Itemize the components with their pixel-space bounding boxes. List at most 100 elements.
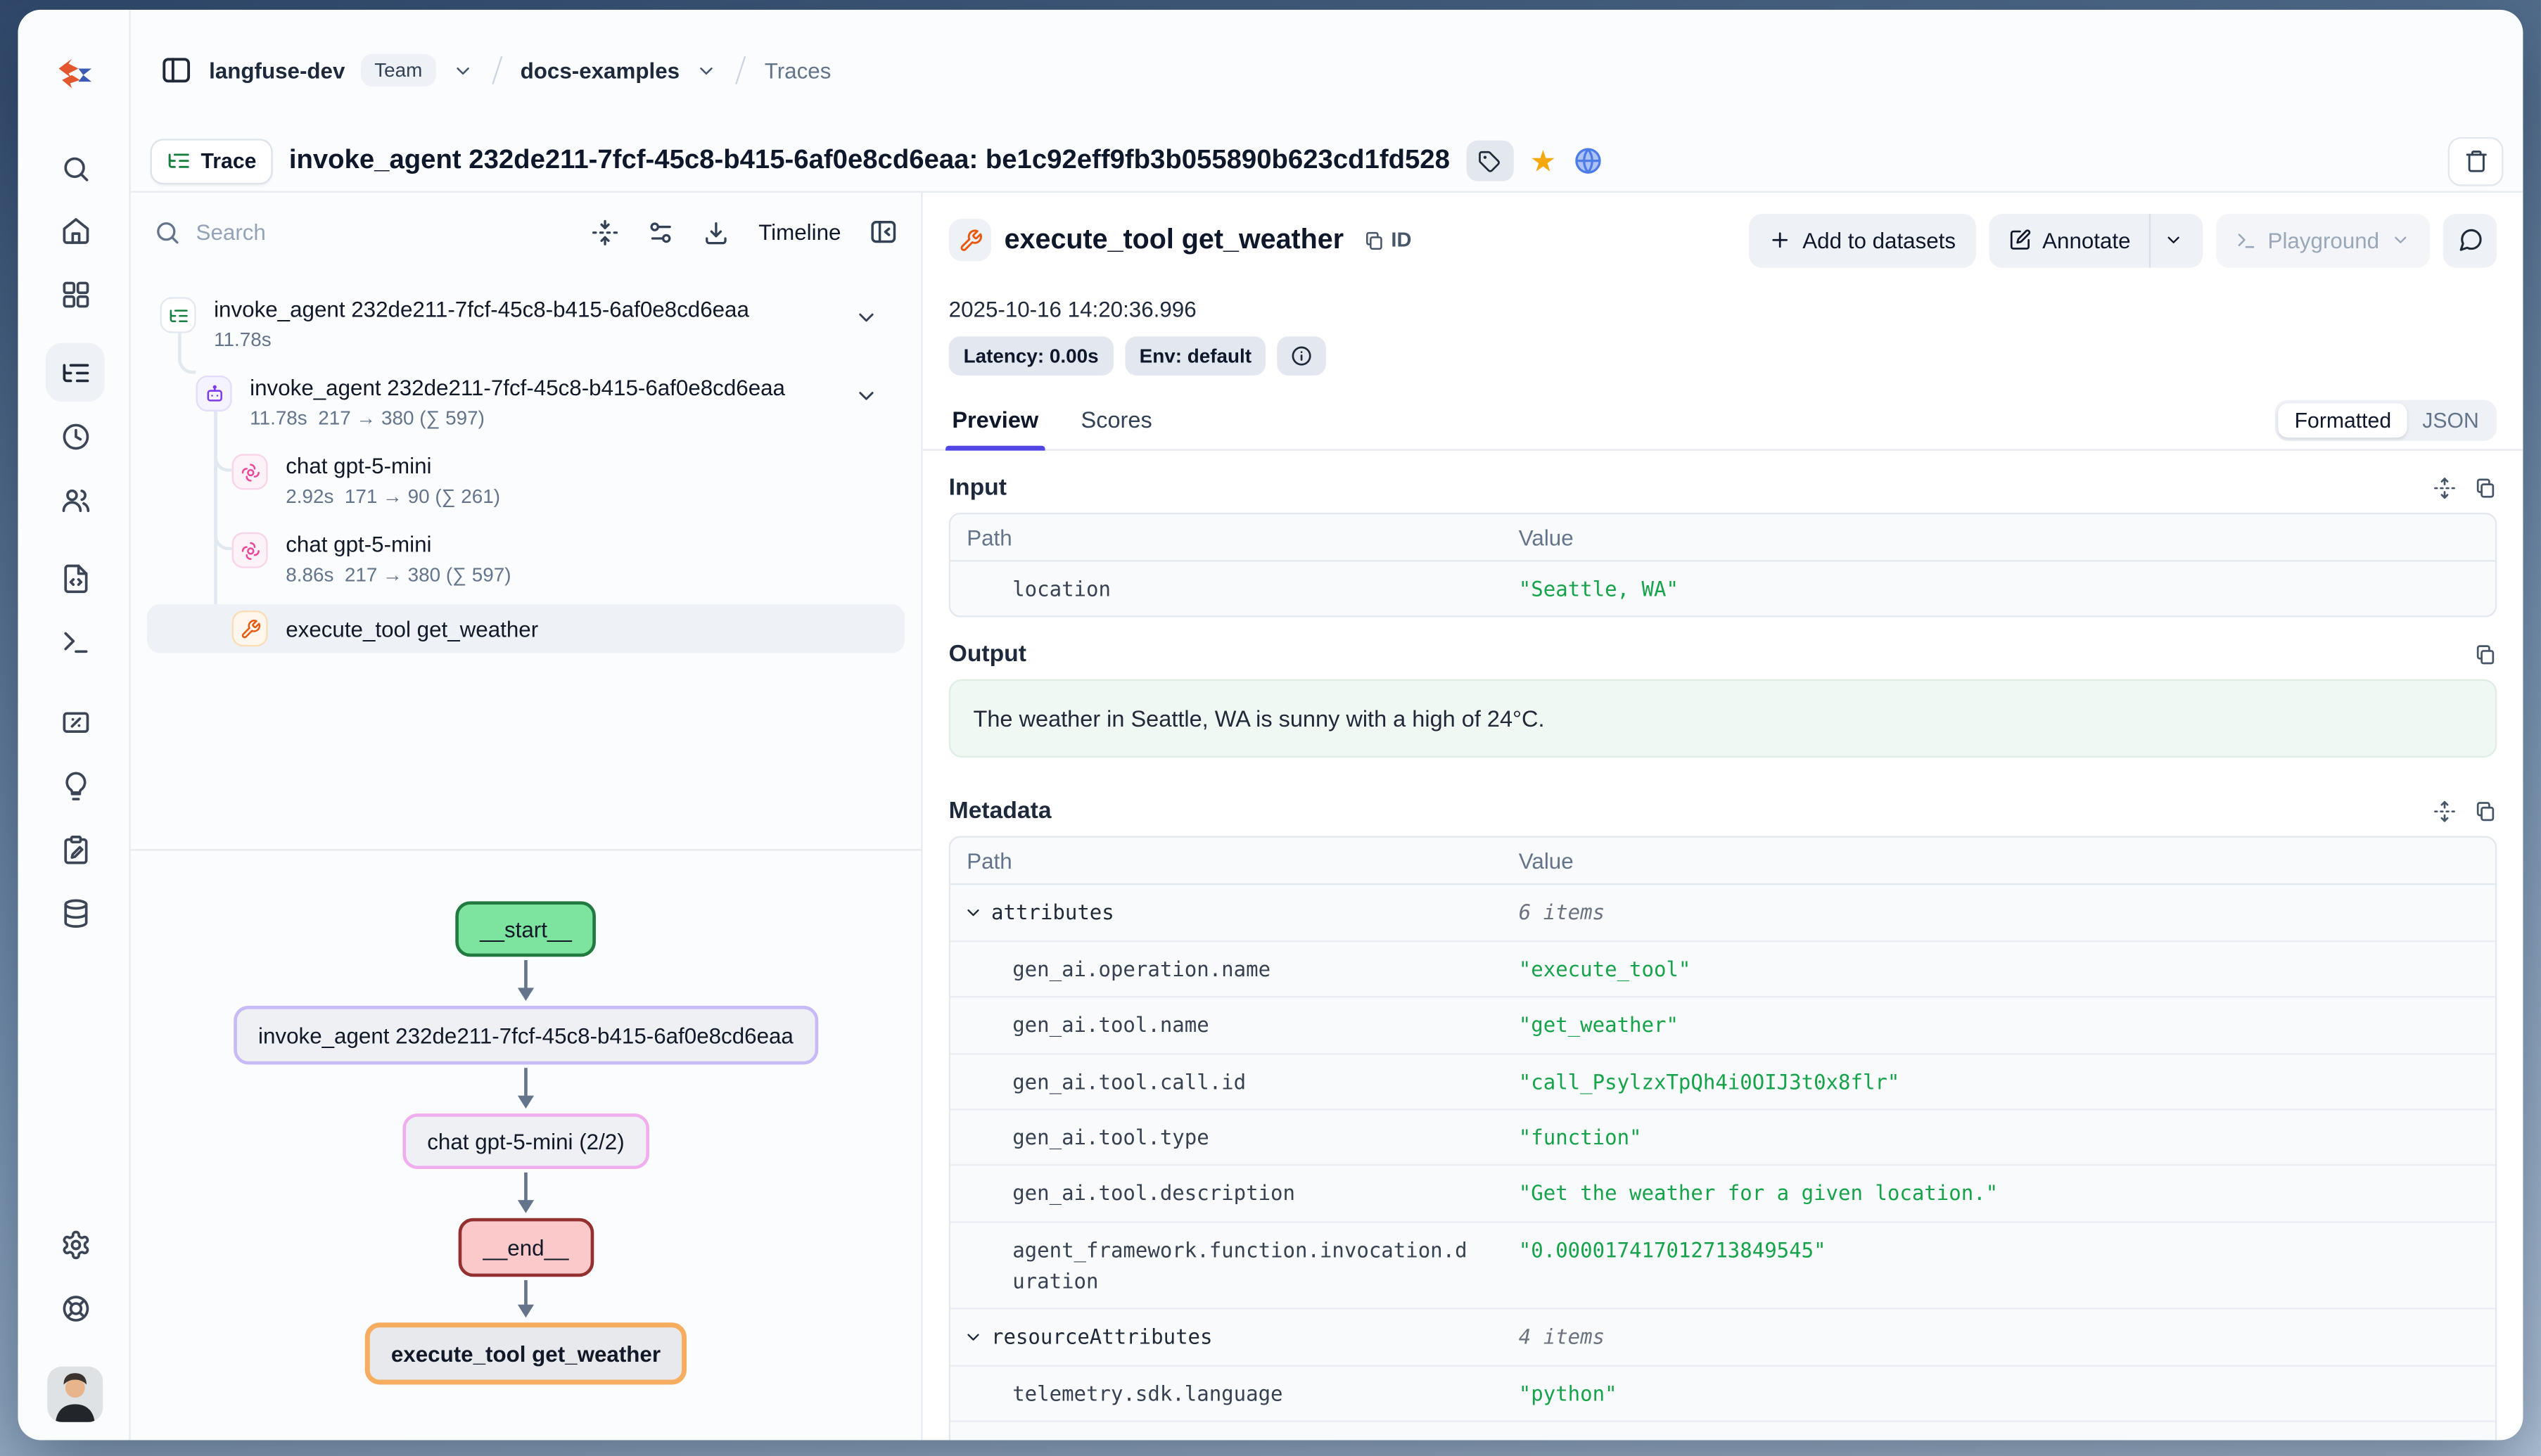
tree-row-trace[interactable]: invoke_agent 232de211-7fcf-45c8-b415-6af… bbox=[147, 290, 905, 357]
input-col-value: Value bbox=[1519, 525, 1574, 549]
tree-node-tokens: 217 → 380 (∑ 597) bbox=[318, 407, 485, 429]
support-lifebuoy-icon[interactable] bbox=[46, 1279, 105, 1338]
sidebar-rail bbox=[18, 10, 131, 1440]
graph-node-agent[interactable]: invoke_agent 232de211-7fcf-45c8-b415-6af… bbox=[234, 1006, 817, 1065]
id-label: ID bbox=[1391, 229, 1411, 251]
users-icon[interactable] bbox=[46, 471, 105, 530]
chevron-down-icon[interactable] bbox=[452, 60, 473, 81]
graph-node-tool-selected[interactable]: execute_tool get_weather bbox=[365, 1322, 687, 1384]
download-icon[interactable] bbox=[703, 218, 730, 245]
evaluators-icon[interactable] bbox=[46, 692, 105, 751]
breadcrumb-section[interactable]: Traces bbox=[765, 58, 832, 82]
org-type-badge: Team bbox=[362, 54, 435, 87]
prompts-file-code-icon[interactable] bbox=[46, 549, 105, 608]
tag-icon[interactable] bbox=[1466, 141, 1513, 181]
tree-node-tokens: 217 → 380 (∑ 597) bbox=[345, 563, 511, 586]
search-icon[interactable] bbox=[46, 139, 105, 198]
annotate-label: Annotate bbox=[2042, 228, 2130, 253]
tree-node-duration: 11.78s bbox=[250, 407, 307, 429]
collapse-all-icon[interactable] bbox=[592, 218, 619, 245]
tab-preview[interactable]: Preview bbox=[949, 407, 1042, 449]
copy-icon[interactable] bbox=[2474, 477, 2497, 499]
tree-row-tool-selected[interactable]: execute_tool get_weather bbox=[147, 604, 905, 653]
env-badge: Env: default bbox=[1125, 336, 1266, 376]
search-input[interactable]: Search bbox=[153, 218, 564, 245]
collapse-panel-icon[interactable] bbox=[869, 217, 898, 247]
annotate-dropdown-chevron-icon[interactable] bbox=[2148, 213, 2183, 267]
chevron-down-icon[interactable] bbox=[696, 60, 717, 81]
tree-node-duration: 11.78s bbox=[214, 328, 749, 351]
view-mode-toggle: Formatted JSON bbox=[2275, 400, 2497, 441]
info-icon[interactable] bbox=[1278, 336, 1327, 376]
sidebar-toggle-icon[interactable] bbox=[160, 54, 192, 87]
tree-node-duration: 8.86s bbox=[286, 563, 333, 586]
tree-node-name: chat gpt-5-mini bbox=[286, 454, 500, 478]
unfold-vertical-icon[interactable] bbox=[2433, 800, 2456, 823]
annotation-clipboard-icon[interactable] bbox=[46, 819, 105, 879]
timeline-toggle[interactable]: Timeline bbox=[758, 219, 841, 244]
input-row: location "Seattle, WA" bbox=[950, 562, 2495, 616]
tree-settings-icon[interactable] bbox=[647, 218, 675, 245]
copy-icon[interactable] bbox=[2474, 644, 2497, 666]
observation-title: execute_tool get_weather bbox=[1005, 224, 1344, 256]
metadata-row: telemetry.sdk.language"python" bbox=[950, 1366, 2495, 1422]
metadata-group-row[interactable]: attributes 6 items bbox=[950, 886, 2495, 942]
trace-badge-label: Trace bbox=[201, 148, 257, 173]
playground-button[interactable]: Playground bbox=[2215, 213, 2430, 267]
tree-row-agent[interactable]: invoke_agent 232de211-7fcf-45c8-b415-6af… bbox=[147, 369, 905, 436]
tree-node-duration: 2.92s bbox=[286, 485, 333, 507]
tree-row-generation[interactable]: chat gpt-5-mini2.92s 171 → 90 (∑ 261) bbox=[147, 447, 905, 514]
settings-gear-icon[interactable] bbox=[46, 1215, 105, 1274]
desktop-background: langfuse-dev Team docs-examples Traces T… bbox=[0, 0, 2541, 1456]
delete-trace-button[interactable] bbox=[2448, 136, 2504, 186]
tree-row-generation[interactable]: chat gpt-5-mini8.86s 217 → 380 (∑ 597) bbox=[147, 525, 905, 592]
trace-title: invoke_agent 232de211-7fcf-45c8-b415-6af… bbox=[289, 146, 1450, 177]
metadata-row: gen_ai.tool.type"function" bbox=[950, 1110, 2495, 1166]
comments-button[interactable] bbox=[2443, 213, 2497, 267]
user-avatar[interactable] bbox=[47, 1367, 103, 1422]
dashboards-icon[interactable] bbox=[46, 264, 105, 324]
home-icon[interactable] bbox=[46, 201, 105, 260]
latency-badge: Latency: 0.00s bbox=[949, 336, 1114, 376]
public-globe-icon[interactable] bbox=[1572, 146, 1603, 177]
wrench-tool-icon bbox=[949, 219, 991, 261]
graph-node-end[interactable]: __end__ bbox=[459, 1218, 594, 1277]
graph-arrow bbox=[514, 960, 537, 1002]
breadcrumb-separator bbox=[491, 56, 502, 84]
chevron-down-icon[interactable] bbox=[854, 384, 879, 409]
chevron-down-icon[interactable] bbox=[854, 305, 879, 330]
star-bookmark-icon[interactable]: ★ bbox=[1530, 146, 1556, 176]
json-toggle[interactable]: JSON bbox=[2407, 403, 2493, 438]
metadata-group-row[interactable]: resourceAttributes 4 items bbox=[950, 1310, 2495, 1367]
breadcrumb-project[interactable]: docs-examples bbox=[521, 58, 680, 82]
chevron-down-icon bbox=[964, 903, 983, 923]
output-content: The weather in Seattle, WA is sunny with… bbox=[949, 680, 2497, 758]
metadata-section-header: Metadata bbox=[949, 799, 2497, 825]
add-to-datasets-button[interactable]: Add to datasets bbox=[1749, 213, 1975, 267]
graph-node-generation[interactable]: chat gpt-5-mini (2/2) bbox=[402, 1113, 649, 1169]
unfold-vertical-icon[interactable] bbox=[2433, 477, 2456, 499]
graph-node-start[interactable]: __start__ bbox=[455, 901, 596, 957]
metadata-row: telemetry.sdk.name"opentelemetry" bbox=[950, 1422, 2495, 1440]
playground-terminal-icon[interactable] bbox=[46, 612, 105, 671]
metric-badges: Latency: 0.00s Env: default bbox=[949, 336, 2497, 376]
annotate-button[interactable]: Annotate bbox=[1989, 213, 2203, 267]
insights-lightbulb-icon[interactable] bbox=[46, 756, 105, 815]
datasets-database-icon[interactable] bbox=[46, 883, 105, 943]
copy-icon[interactable] bbox=[2474, 800, 2497, 823]
graph-arrow bbox=[514, 1173, 537, 1215]
metadata-row: gen_ai.tool.description"Get the weather … bbox=[950, 1166, 2495, 1222]
output-heading: Output bbox=[949, 642, 1026, 668]
playground-label: Playground bbox=[2268, 228, 2380, 253]
agent-graph: __start__ invoke_agent 232de211-7fcf-45c… bbox=[131, 849, 922, 1440]
breadcrumb-org[interactable]: langfuse-dev bbox=[209, 58, 345, 82]
generation-icon bbox=[232, 532, 268, 568]
langfuse-logo-icon[interactable] bbox=[56, 56, 95, 91]
trace-badge: Trace bbox=[151, 138, 273, 184]
formatted-toggle[interactable]: Formatted bbox=[2278, 403, 2407, 438]
copy-id-button[interactable]: ID bbox=[1363, 229, 1411, 251]
tracing-icon[interactable] bbox=[46, 343, 105, 402]
tab-scores[interactable]: Scores bbox=[1078, 407, 1155, 449]
sessions-clock-icon[interactable] bbox=[46, 407, 105, 466]
top-header: langfuse-dev Team docs-examples Traces bbox=[131, 10, 2523, 131]
